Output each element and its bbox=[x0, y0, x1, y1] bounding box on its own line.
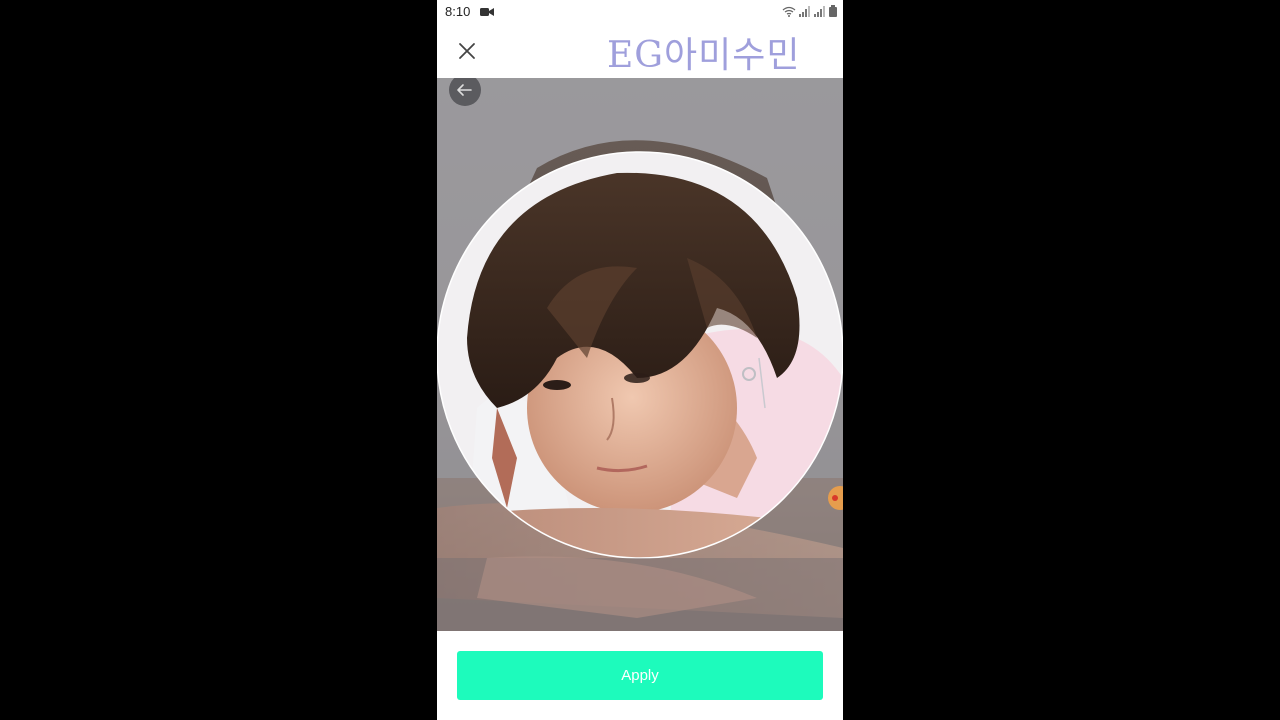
signal-icon-2 bbox=[814, 6, 825, 17]
status-bar: 8:10 bbox=[437, 0, 843, 24]
apply-button[interactable]: Apply bbox=[457, 651, 823, 700]
close-icon[interactable] bbox=[453, 37, 481, 65]
status-icons bbox=[782, 5, 837, 17]
header: EG아미수민 bbox=[437, 24, 843, 78]
wifi-icon bbox=[782, 6, 796, 17]
photo-crop-area[interactable] bbox=[437, 78, 843, 631]
screen-record-icon bbox=[480, 8, 494, 16]
photo-preview bbox=[437, 78, 843, 631]
signal-icon bbox=[799, 6, 810, 17]
watermark-text: EG아미수민 bbox=[607, 35, 801, 76]
phone-screen: 8:10 EG아미수민 Apply bbox=[437, 0, 843, 720]
battery-icon bbox=[829, 5, 837, 17]
footer: Apply bbox=[437, 631, 843, 720]
status-time: 8:10 bbox=[445, 4, 471, 19]
